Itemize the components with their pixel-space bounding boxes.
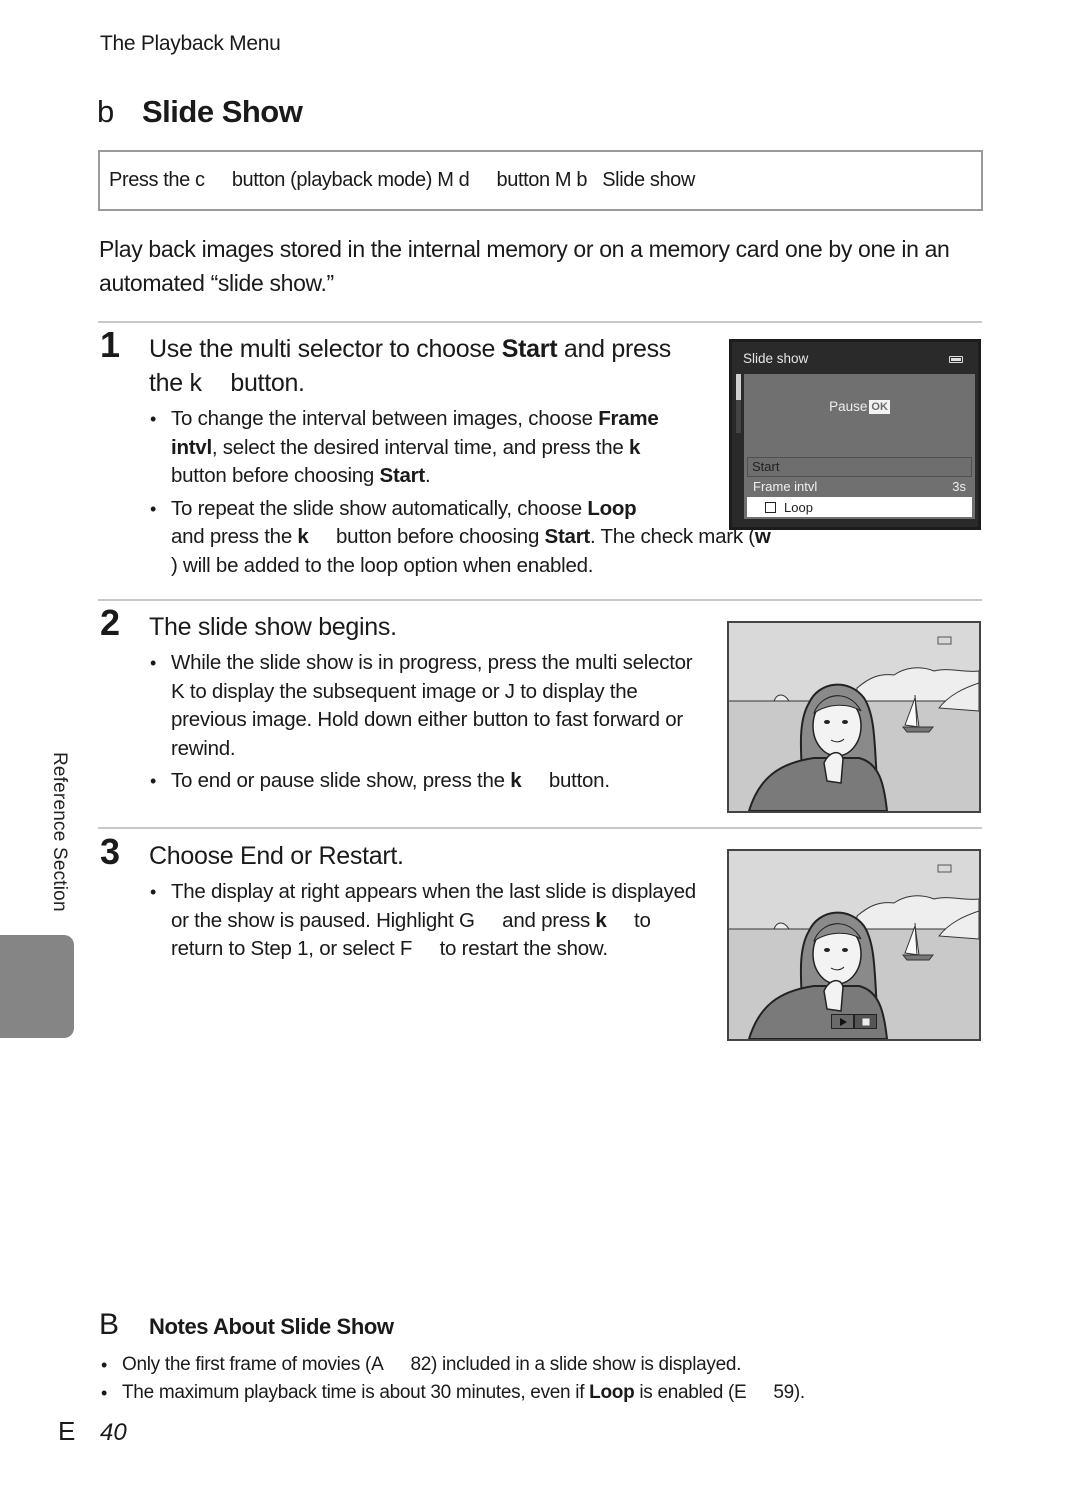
step-heading: The slide show begins. <box>149 613 397 641</box>
menu-item-loop[interactable]: Loop <box>747 497 972 517</box>
page-title: b Slide Show <box>97 94 303 130</box>
arrow-icon: M <box>437 169 454 191</box>
page-number: 40 <box>100 1419 127 1446</box>
ok-icon: OK <box>869 400 890 414</box>
arrow-icon: M <box>554 169 572 191</box>
camera-menu-screen: Slide show Pause OK Start Frame intvl 3s … <box>729 339 981 530</box>
menu-scrollbar[interactable] <box>736 374 741 433</box>
step-bullets: The display at right appears when the la… <box>149 878 697 968</box>
paused-slide-illustration <box>727 849 981 1041</box>
left-arrow-icon: J <box>504 679 515 703</box>
woman-sailboat-image <box>729 623 979 811</box>
restart-button[interactable] <box>831 1014 854 1029</box>
woman-sailboat-image <box>729 851 979 1039</box>
right-arrow-icon: K <box>171 679 185 703</box>
slide-show-illustration <box>727 621 981 813</box>
menu-item-start[interactable]: Start <box>747 457 972 477</box>
pause-hint: Pause OK <box>744 399 975 414</box>
menu-button-icon: d <box>458 169 470 191</box>
camera-menu-title: Slide show <box>743 351 809 366</box>
menu-path-box: Press the c button (playback mode) M d b… <box>98 150 983 211</box>
loop-checkbox[interactable] <box>765 501 776 513</box>
note-item: Only the first frame of movies (A 82) in… <box>100 1351 1000 1379</box>
notes-list: Only the first frame of movies (A 82) in… <box>100 1351 1000 1407</box>
path-text: button (playback mode) <box>226 169 438 191</box>
ok-button-icon: k <box>595 908 607 932</box>
bullet-item: To repeat the slide show automatically, … <box>149 495 799 581</box>
path-text: Press the <box>109 169 196 191</box>
intro-paragraph: Play back images stored in the internal … <box>99 236 950 296</box>
pause-label: Pause <box>829 399 868 414</box>
playback-button-icon: c <box>195 169 205 191</box>
step-heading: Choose End or Restart. <box>149 842 404 870</box>
page-title-text: Slide Show <box>142 94 303 129</box>
slide-show-icon: b <box>576 169 588 191</box>
step-bullets: To change the interval between images, c… <box>149 405 771 585</box>
note-item: The maximum playback time is about 30 mi… <box>100 1379 1000 1407</box>
ok-button-icon: k <box>510 769 522 793</box>
end-icon: G <box>459 908 475 932</box>
page-folio: E 40 <box>58 1416 127 1447</box>
notes-title: Notes About Slide Show <box>149 1314 394 1339</box>
bullet-item: The display at right appears when the la… <box>149 878 697 964</box>
step-number: 3 <box>100 831 121 872</box>
restart-icon: F <box>399 937 413 961</box>
stop-icon <box>862 1018 869 1025</box>
divider <box>98 599 982 601</box>
ok-button-icon: k <box>629 435 641 459</box>
slide-show-menu-icon: b <box>97 94 115 129</box>
reference-section-icon: E <box>58 1416 76 1446</box>
path-text: button <box>491 169 555 191</box>
section-tab-label: Reference Section <box>49 752 70 912</box>
frame-intvl-value: 3s <box>952 479 966 494</box>
step-number: 2 <box>100 602 121 643</box>
step-number: 1 <box>100 324 121 365</box>
path-text: Slide show <box>597 169 695 191</box>
ok-button-icon: k <box>189 369 203 397</box>
divider <box>98 827 982 829</box>
running-head: The Playback Menu <box>100 32 281 55</box>
step-heading: Use the multi selector to choose Start a… <box>149 335 671 397</box>
notes-heading: B Notes About Slide Show <box>99 1308 394 1342</box>
end-button[interactable] <box>854 1014 877 1029</box>
step-bullets: While the slide show is in progress, pre… <box>149 649 694 800</box>
caution-icon: B <box>99 1308 120 1341</box>
ok-button-icon: k <box>297 525 309 549</box>
section-tab[interactable] <box>0 935 74 1038</box>
play-icon <box>839 1017 847 1026</box>
battery-icon <box>949 356 963 363</box>
bullet-item: While the slide show is in progress, pre… <box>149 649 694 763</box>
bullet-item: To end or pause slide show, press the k … <box>149 767 694 796</box>
page-ref-icon: A <box>371 1354 384 1375</box>
bullet-item: To change the interval between images, c… <box>149 405 709 491</box>
playback-controls <box>831 1014 877 1029</box>
camera-menu-panel: Pause OK Start Frame intvl 3s Loop <box>744 374 975 519</box>
divider <box>98 321 982 323</box>
page-ref-icon: E <box>734 1382 747 1403</box>
scroll-thumb[interactable] <box>736 374 741 400</box>
menu-item-frame-intvl[interactable]: Frame intvl 3s <box>747 477 972 497</box>
